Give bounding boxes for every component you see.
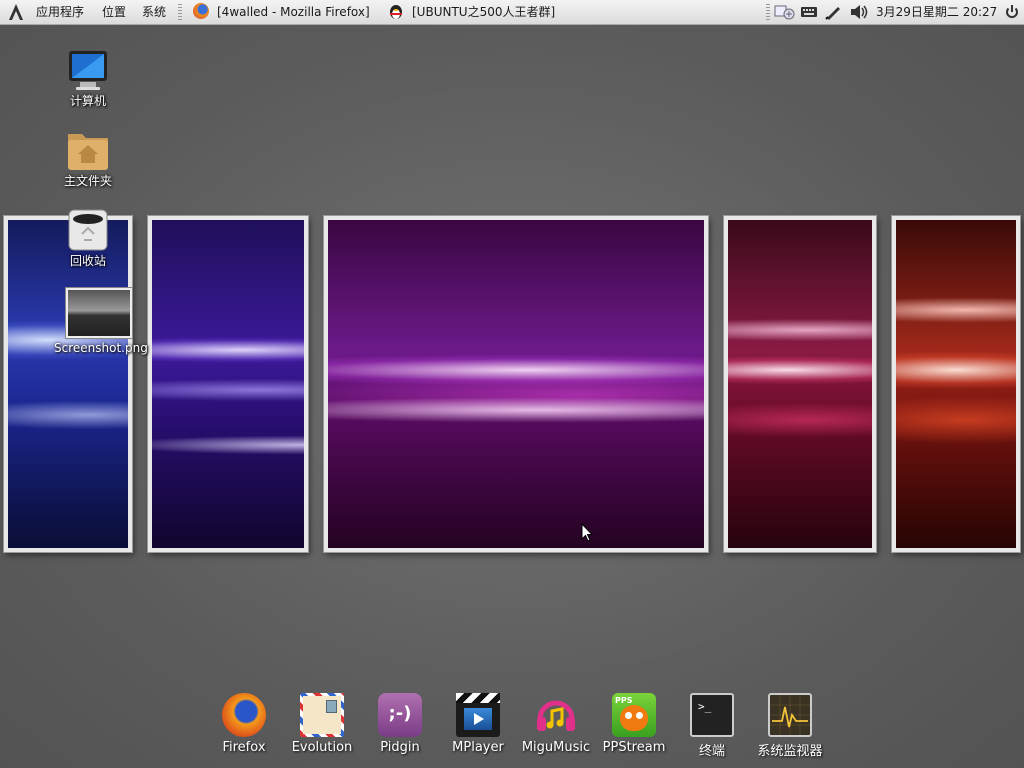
wallpaper-panel-red: [892, 216, 1020, 552]
dock-item-label: MiguMusic: [521, 740, 591, 755]
mail-icon: [300, 693, 344, 737]
dock-item-label: Evolution: [291, 740, 353, 755]
pen-tablet-icon[interactable]: [824, 4, 842, 20]
keyboard-icon[interactable]: [800, 4, 818, 20]
dock-item-label: 系统监视器: [757, 744, 823, 759]
desktop-icon-computer[interactable]: 计算机: [43, 48, 133, 109]
dock-item-terminal[interactable]: >_ 终端: [672, 693, 752, 759]
dock-item-ppstream[interactable]: PPS PPStream: [594, 693, 674, 755]
home-folder-icon: [66, 128, 110, 172]
menu-system[interactable]: 系统: [142, 0, 166, 24]
dock-item-mplayer[interactable]: MPlayer: [438, 693, 518, 755]
desktop-icon-label: Screenshot.png: [54, 341, 148, 355]
volume-icon[interactable]: [849, 4, 869, 20]
clock[interactable]: 3月29日星期二 20:27: [876, 0, 997, 24]
desktop-icon-screenshot[interactable]: Screenshot.png: [54, 287, 148, 355]
menu-applications[interactable]: 应用程序: [36, 0, 84, 24]
headphones-music-icon: [534, 693, 578, 737]
desktop-icon-trash[interactable]: 回收站: [43, 208, 133, 269]
desktop-icon-home-folder[interactable]: 主文件夹: [43, 128, 133, 189]
taskbar-item-label: [4walled - Mozilla Firefox]: [217, 5, 370, 19]
dock-item-label: MPlayer: [452, 740, 504, 755]
dock-item-label: 终端: [698, 744, 725, 759]
terminal-icon: >_: [690, 693, 734, 737]
wallpaper-panel-violet: [148, 216, 308, 552]
dock-item-label: PPStream: [602, 740, 666, 755]
desktop-icon-label: 主文件夹: [63, 174, 112, 188]
panel-separator: [178, 4, 182, 20]
dock-item-migumusic[interactable]: MiguMusic: [516, 693, 596, 755]
power-icon[interactable]: [1004, 4, 1020, 20]
system-monitor-icon: [768, 693, 812, 737]
qq-penguin-icon: [388, 3, 404, 20]
dock-item-pidgin[interactable]: ;-) Pidgin: [360, 693, 440, 755]
taskbar-item-label: [UBUNTU之500人王者群]: [412, 5, 556, 19]
clapperboard-icon: [456, 693, 500, 737]
wallpaper-panel-crimson: [724, 216, 876, 552]
mouse-cursor-icon: [581, 522, 594, 546]
firefox-icon: [222, 693, 266, 737]
ppstream-icon: PPS: [612, 693, 656, 737]
panel-separator: [766, 4, 770, 20]
network-icon[interactable]: [774, 4, 796, 20]
image-thumbnail-icon: [65, 287, 133, 339]
desktop-icon-label: 回收站: [69, 254, 106, 268]
top-panel: 应用程序 位置 系统 [4walled - Mozilla Firefox] […: [0, 0, 1024, 25]
dock-item-label: Firefox: [222, 740, 266, 755]
menu-places[interactable]: 位置: [102, 0, 126, 24]
dock-item-firefox[interactable]: Firefox: [204, 693, 284, 755]
computer-icon: [66, 48, 110, 92]
desktop-background: 应用程序 位置 系统 [4walled - Mozilla Firefox] […: [0, 0, 1024, 768]
firefox-icon: [193, 3, 209, 19]
desktop-icon-label: 计算机: [69, 94, 106, 108]
dock-item-label: Pidgin: [380, 740, 420, 755]
trash-icon: [66, 208, 110, 252]
wallpaper-panel-purple: [324, 216, 708, 552]
dock-item-system-monitor[interactable]: 系统监视器: [750, 693, 830, 759]
dock-item-evolution[interactable]: Evolution: [282, 693, 362, 755]
ubuntu-logo-icon[interactable]: [6, 3, 26, 21]
chat-bubble-icon: ;-): [378, 693, 422, 737]
